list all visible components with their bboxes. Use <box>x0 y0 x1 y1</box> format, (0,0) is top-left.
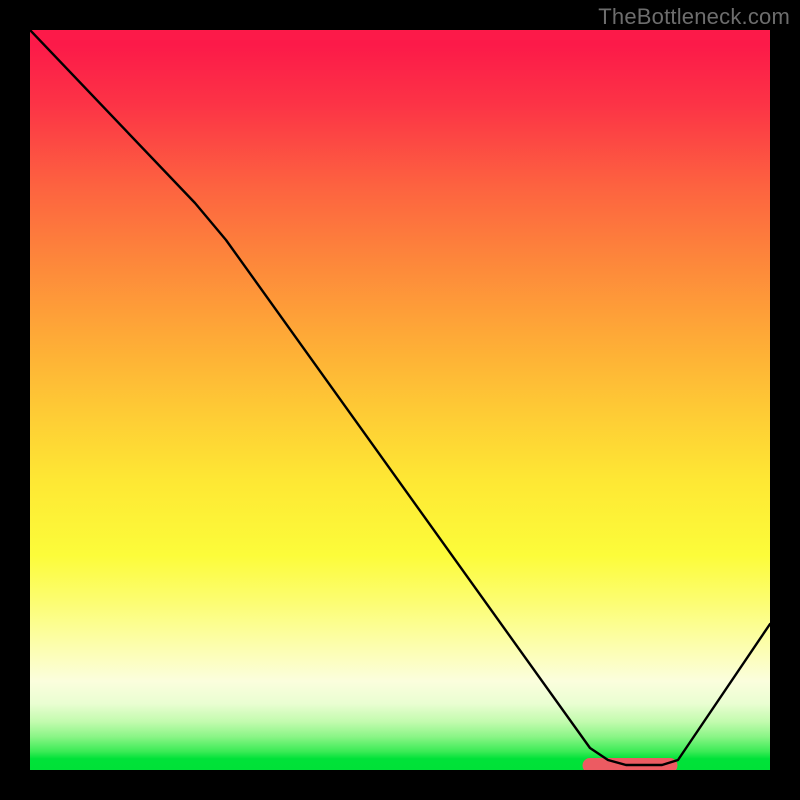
watermark-label: TheBottleneck.com <box>598 4 790 30</box>
curve-line <box>30 30 770 765</box>
chart-svg <box>30 30 770 770</box>
plot-area <box>30 30 770 770</box>
chart-frame: TheBottleneck.com <box>0 0 800 800</box>
